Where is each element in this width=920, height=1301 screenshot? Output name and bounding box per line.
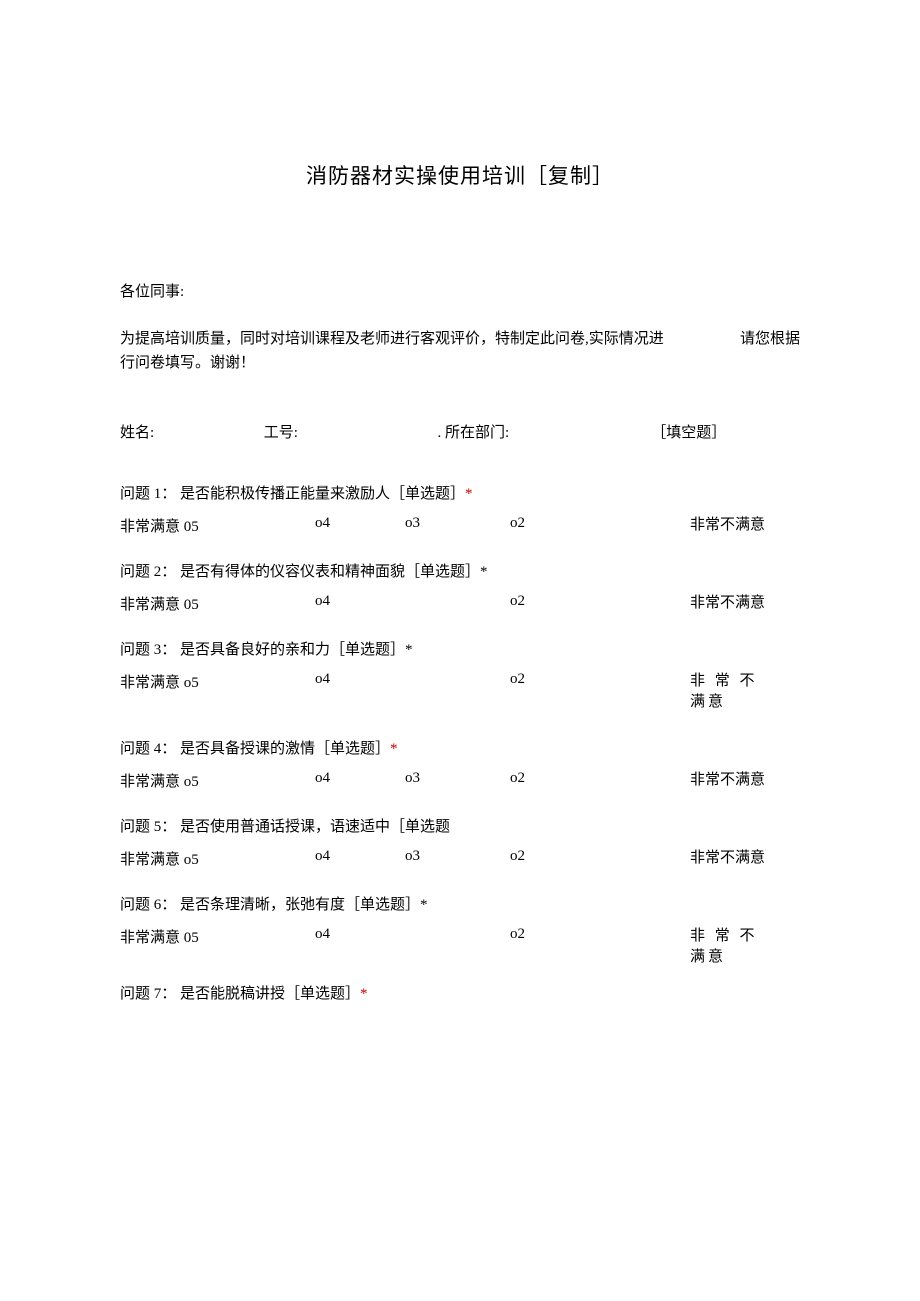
- document-page: 消防器材实操使用培训［复制］ 各位同事: 为提高培训质量，同时对培训课程及老师进…: [0, 0, 920, 1003]
- question-text: 问题 5： 是否使用普通话授课，语速适中［单选题: [120, 819, 450, 835]
- option-1-label: 非 常 不 满意: [690, 926, 780, 968]
- question-title: 问题 7： 是否能脱稿讲授［单选题］*: [120, 982, 800, 1003]
- fill-in-row: 姓名: 工号: . 所在部门: ［填空题］: [120, 421, 800, 442]
- question-text: 问题 3： 是否具备良好的亲和力［单选题］*: [120, 642, 413, 658]
- fill-tag: ［填空题］: [651, 421, 726, 442]
- question-text: 问题 4： 是否具备授课的激情［单选题］: [120, 741, 390, 757]
- option-1-label: 非常不满意: [690, 593, 770, 614]
- question-text: 问题 6： 是否条理清晰，张弛有度［单选题］*: [120, 897, 428, 913]
- options-row: 非常满意 o5 o4 o3 o2 非常不满意: [120, 848, 800, 869]
- question-title: 问题 1： 是否能积极传播正能量来激励人［单选题］*: [120, 482, 800, 503]
- option-2[interactable]: o2: [510, 848, 690, 865]
- option-4[interactable]: o4: [315, 515, 405, 532]
- options-row: 非常满意 05 o4 o2 非常不满意: [120, 593, 800, 614]
- fill-name-label: 姓名:: [120, 421, 260, 442]
- option-1-label: 非常不满意: [690, 770, 770, 791]
- option-5[interactable]: 非常满意 o5: [120, 770, 315, 791]
- question-title: 问题 6： 是否条理清晰，张弛有度［单选题］*: [120, 893, 800, 914]
- option-3[interactable]: o3: [405, 848, 510, 865]
- option-3[interactable]: o3: [405, 770, 510, 787]
- option-4[interactable]: o4: [315, 593, 405, 610]
- question-title: 问题 2： 是否有得体的仪容仪表和精神面貌［单选题］*: [120, 560, 800, 581]
- option-1-label: 非 常 不 满意: [690, 671, 780, 713]
- option-2[interactable]: o2: [510, 515, 690, 532]
- option-5[interactable]: 非常满意 o5: [120, 671, 315, 692]
- question-title: 问题 4： 是否具备授课的激情［单选题］*: [120, 737, 800, 758]
- intro-right: 请您根据: [740, 327, 800, 351]
- option-5[interactable]: 非常满意 o5: [120, 848, 315, 869]
- options-row: 非常满意 o5 o4 o2 非 常 不 满意: [120, 671, 800, 713]
- option-4[interactable]: o4: [315, 848, 405, 865]
- fill-empno-label: 工号:: [264, 421, 434, 442]
- intro-left: 为提高培训质量，同时对培训课程及老师进行客观评价，特制定此问卷,实际情况进: [120, 331, 664, 347]
- question-text: 问题 7： 是否能脱稿讲授［单选题］: [120, 986, 360, 1002]
- page-title: 消防器材实操使用培训［复制］: [120, 160, 800, 190]
- option-2[interactable]: o2: [510, 593, 690, 610]
- option-5[interactable]: 非常满意 05: [120, 593, 315, 614]
- option-4[interactable]: o4: [315, 926, 405, 943]
- options-row: 非常满意 05 o4 o3 o2 非常不满意: [120, 515, 800, 536]
- options-row: 非常满意 o5 o4 o3 o2 非常不满意: [120, 770, 800, 791]
- greeting-text: 各位同事:: [120, 280, 800, 301]
- question-title: 问题 3： 是否具备良好的亲和力［单选题］*: [120, 638, 800, 659]
- question-title: 问题 5： 是否使用普通话授课，语速适中［单选题: [120, 815, 800, 836]
- option-5[interactable]: 非常满意 05: [120, 926, 315, 947]
- option-5[interactable]: 非常满意 05: [120, 515, 315, 536]
- option-4[interactable]: o4: [315, 770, 405, 787]
- required-star: *: [465, 486, 473, 502]
- option-4[interactable]: o4: [315, 671, 405, 688]
- intro-line2: 行问卷填写。谢谢！: [120, 355, 255, 371]
- option-1-label: 非常不满意: [690, 848, 770, 869]
- required-star: *: [390, 741, 398, 757]
- option-2[interactable]: o2: [510, 770, 690, 787]
- question-text: 问题 2： 是否有得体的仪容仪表和精神面貌［单选题］*: [120, 564, 488, 580]
- option-2[interactable]: o2: [510, 671, 690, 688]
- options-row: 非常满意 05 o4 o2 非 常 不 满意: [120, 926, 800, 968]
- intro-paragraph: 为提高培训质量，同时对培训课程及老师进行客观评价，特制定此问卷,实际情况进 请您…: [120, 327, 800, 375]
- option-2[interactable]: o2: [510, 926, 690, 943]
- option-1-label: 非常不满意: [690, 515, 770, 536]
- required-star: *: [360, 986, 368, 1002]
- question-text: 问题 1： 是否能积极传播正能量来激励人［单选题］: [120, 486, 465, 502]
- option-3[interactable]: o3: [405, 515, 510, 532]
- fill-dept-label: . 所在部门:: [438, 421, 648, 442]
